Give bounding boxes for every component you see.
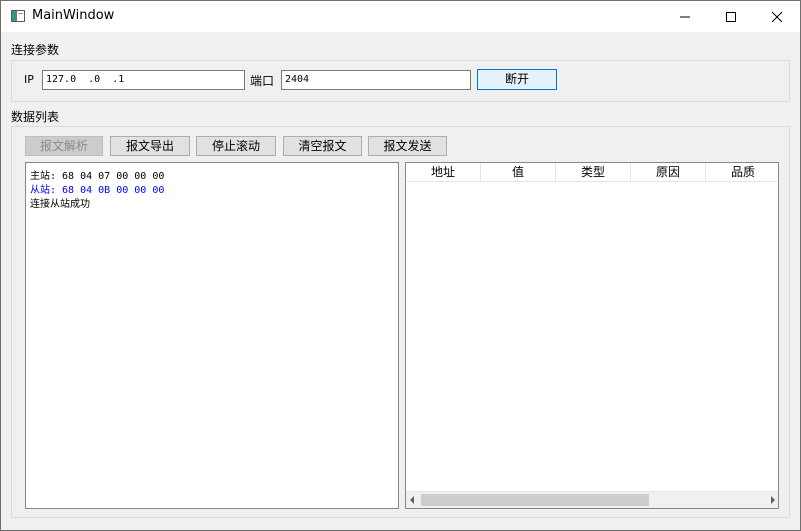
parse-message-button[interactable]: 报文解析 (25, 136, 103, 156)
maximize-icon (726, 12, 736, 22)
title-bar: MainWindow (1, 1, 800, 32)
main-window: MainWindow 连接参数 IP 127.0 .0 .1 端口 2404 断… (0, 0, 801, 531)
message-log[interactable]: 主站: 68 04 07 00 00 00 从站: 68 04 0B 00 00… (25, 162, 399, 509)
close-icon (771, 11, 783, 23)
close-button[interactable] (754, 1, 800, 32)
ip-label: IP (24, 73, 34, 86)
connection-section-label: 连接参数 (11, 43, 60, 57)
minimize-button[interactable] (662, 1, 708, 32)
scroll-left-icon[interactable] (410, 496, 414, 504)
app-icon (11, 10, 25, 22)
port-field[interactable]: 2404 (281, 70, 471, 90)
minimize-icon (680, 16, 690, 18)
connection-group: IP 127.0 .0 .1 端口 2404 断开 (11, 60, 790, 102)
data-table[interactable]: 地址 值 类型 原因 品质 (405, 162, 779, 509)
column-header-type[interactable]: 类型 (556, 163, 631, 182)
send-message-button[interactable]: 报文发送 (368, 136, 447, 156)
scroll-right-icon[interactable] (771, 496, 775, 504)
scrollbar-thumb[interactable] (421, 494, 649, 506)
column-header-quality[interactable]: 品质 (706, 163, 778, 182)
maximize-button[interactable] (708, 1, 754, 32)
clear-message-button[interactable]: 清空报文 (283, 136, 362, 156)
window-title: MainWindow (32, 8, 115, 23)
stop-scroll-button[interactable]: 停止滚动 (196, 136, 276, 156)
column-header-cause[interactable]: 原因 (631, 163, 706, 182)
ip-address-field[interactable]: 127.0 .0 .1 (42, 70, 245, 90)
log-line-master: 主站: 68 04 07 00 00 00 (30, 171, 165, 182)
data-list-section-label: 数据列表 (11, 110, 60, 124)
column-header-address[interactable]: 地址 (406, 163, 481, 182)
disconnect-button[interactable]: 断开 (477, 69, 557, 90)
horizontal-scrollbar[interactable] (406, 491, 778, 508)
export-message-button[interactable]: 报文导出 (110, 136, 190, 156)
data-list-group: 报文解析 报文导出 停止滚动 清空报文 报文发送 主站: 68 04 07 00… (11, 126, 790, 518)
log-line-status: 连接从站成功 (30, 199, 90, 210)
port-label: 端口 (250, 74, 275, 88)
column-header-value[interactable]: 值 (481, 163, 556, 182)
log-line-slave: 从站: 68 04 0B 00 00 00 (30, 185, 165, 196)
